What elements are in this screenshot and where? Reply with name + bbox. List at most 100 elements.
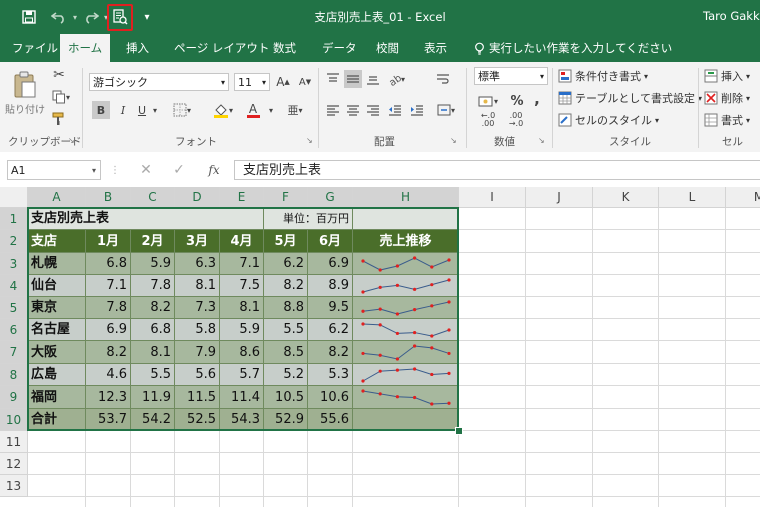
confirm-entry-icon[interactable]: ✓: [170, 161, 188, 179]
tab-home[interactable]: ホーム: [60, 34, 111, 62]
value-cell[interactable]: 5.5: [131, 364, 175, 386]
value-cell[interactable]: 7.8: [86, 297, 131, 319]
header-cell[interactable]: 売上推移: [353, 230, 459, 253]
branch-name-cell[interactable]: 広島: [28, 364, 86, 386]
tab-view[interactable]: 表示: [424, 34, 447, 62]
value-cell[interactable]: 7.8: [131, 275, 175, 297]
total-value-cell[interactable]: 54.2: [131, 409, 175, 431]
column-header-M[interactable]: M: [726, 187, 760, 208]
formula-input[interactable]: 支店別売上表: [234, 160, 760, 180]
format-as-table-button[interactable]: テーブルとして書式設定 ▾: [558, 90, 702, 106]
value-cell[interactable]: 11.5: [175, 386, 220, 409]
cell-H1[interactable]: [353, 208, 459, 230]
value-cell[interactable]: 6.9: [86, 319, 131, 341]
branch-name-cell[interactable]: 福岡: [28, 386, 86, 409]
value-cell[interactable]: 6.2: [264, 253, 308, 275]
value-cell[interactable]: 8.5: [264, 341, 308, 364]
wrap-text-icon[interactable]: [434, 70, 452, 88]
delete-cells-button[interactable]: 削除 ▾: [704, 90, 750, 106]
tab-data[interactable]: データ: [322, 34, 357, 62]
header-cell[interactable]: 5月: [264, 230, 308, 253]
chevron-down-icon[interactable]: ▾: [150, 101, 160, 119]
row-header-1[interactable]: 1: [0, 208, 28, 230]
number-format-box[interactable]: 標準 ▾: [474, 67, 548, 85]
row-header-7[interactable]: 7: [0, 341, 28, 364]
decrease-indent-icon[interactable]: [386, 101, 404, 119]
borders-icon[interactable]: ▾: [170, 101, 194, 119]
column-header-K[interactable]: K: [593, 187, 659, 208]
value-cell[interactable]: 11.9: [131, 386, 175, 409]
sparkline-cell[interactable]: [353, 386, 459, 409]
sparkline-cell[interactable]: [353, 319, 459, 341]
column-header-C[interactable]: C: [131, 187, 175, 208]
row-header-6[interactable]: 6: [0, 319, 28, 341]
total-value-cell[interactable]: 55.6: [308, 409, 353, 431]
branch-name-cell[interactable]: 大阪: [28, 341, 86, 364]
value-cell[interactable]: 7.1: [86, 275, 131, 297]
value-cell[interactable]: 8.1: [131, 341, 175, 364]
value-cell[interactable]: 6.2: [308, 319, 353, 341]
header-cell[interactable]: 支店: [28, 230, 86, 253]
row-header-4[interactable]: 4: [0, 275, 28, 297]
format-painter-icon[interactable]: [50, 110, 68, 128]
sparkline-cell[interactable]: [353, 275, 459, 297]
row-header-10[interactable]: 10: [0, 409, 28, 431]
row-header-12[interactable]: 12: [0, 453, 28, 475]
value-cell[interactable]: 5.9: [220, 319, 264, 341]
tab-formulas[interactable]: 数式: [273, 34, 296, 62]
value-cell[interactable]: 7.5: [220, 275, 264, 297]
header-cell[interactable]: 1月: [86, 230, 131, 253]
value-cell[interactable]: 8.8: [264, 297, 308, 319]
row-header-3[interactable]: 3: [0, 253, 28, 275]
underline-button[interactable]: U: [134, 101, 150, 119]
value-cell[interactable]: 8.1: [220, 297, 264, 319]
row-header-11[interactable]: 11: [0, 431, 28, 453]
cell-H10[interactable]: [353, 409, 459, 431]
value-cell[interactable]: 9.5: [308, 297, 353, 319]
alignment-launcher-icon[interactable]: ↘: [450, 136, 457, 145]
align-left-icon[interactable]: [324, 101, 342, 119]
header-cell[interactable]: 3月: [175, 230, 220, 253]
tell-me-box[interactable]: 実行したい作業を入力してください: [474, 34, 672, 62]
sparkline-cell[interactable]: [353, 253, 459, 275]
value-cell[interactable]: 12.3: [86, 386, 131, 409]
value-cell[interactable]: 7.3: [175, 297, 220, 319]
worksheet[interactable]: A B C D E F G H I J K L M 1 2 3 4 5 6 7 8 9 10 11 12 13 支店別売上表 単位：百…: [0, 187, 760, 507]
total-label-cell[interactable]: 合計: [28, 409, 86, 431]
comma-style-button[interactable]: ,: [530, 90, 544, 108]
chevron-down-icon[interactable]: ▾: [266, 101, 276, 119]
font-launcher-icon[interactable]: ↘: [306, 136, 313, 145]
value-cell[interactable]: 6.8: [131, 319, 175, 341]
value-cell[interactable]: 10.5: [264, 386, 308, 409]
total-value-cell[interactable]: 52.5: [175, 409, 220, 431]
value-cell[interactable]: 5.6: [175, 364, 220, 386]
row-header-8[interactable]: 8: [0, 364, 28, 386]
bold-button[interactable]: B: [92, 101, 110, 119]
value-cell[interactable]: 5.7: [220, 364, 264, 386]
cell-styles-button[interactable]: セルのスタイル ▾: [558, 112, 659, 128]
column-header-L[interactable]: L: [659, 187, 726, 208]
column-header-D[interactable]: D: [175, 187, 220, 208]
align-bottom-icon[interactable]: [364, 70, 382, 88]
orientation-icon[interactable]: ab ▾: [384, 70, 408, 88]
fill-handle[interactable]: [455, 427, 463, 435]
align-center-icon[interactable]: [344, 101, 362, 119]
cell-A1-title[interactable]: 支店別売上表: [28, 208, 264, 230]
value-cell[interactable]: 4.6: [86, 364, 131, 386]
decrease-decimal-icon[interactable]: .00 →.0: [504, 112, 528, 128]
value-cell[interactable]: 5.2: [264, 364, 308, 386]
number-launcher-icon[interactable]: ↘: [538, 136, 545, 145]
value-cell[interactable]: 8.2: [86, 341, 131, 364]
column-header-E[interactable]: E: [220, 187, 264, 208]
user-name[interactable]: Taro Gakk: [703, 9, 760, 23]
value-cell[interactable]: 5.3: [308, 364, 353, 386]
decrease-font-size-icon[interactable]: A ▼: [296, 73, 314, 91]
column-header-F[interactable]: F: [264, 187, 308, 208]
value-cell[interactable]: 6.3: [175, 253, 220, 275]
value-cell[interactable]: 11.4: [220, 386, 264, 409]
header-cell[interactable]: 4月: [220, 230, 264, 253]
value-cell[interactable]: 8.2: [264, 275, 308, 297]
increase-font-size-icon[interactable]: A ▲: [274, 73, 292, 91]
insert-cells-button[interactable]: 挿入 ▾: [704, 68, 750, 84]
tab-page-layout[interactable]: ページ レイアウト: [174, 34, 269, 62]
